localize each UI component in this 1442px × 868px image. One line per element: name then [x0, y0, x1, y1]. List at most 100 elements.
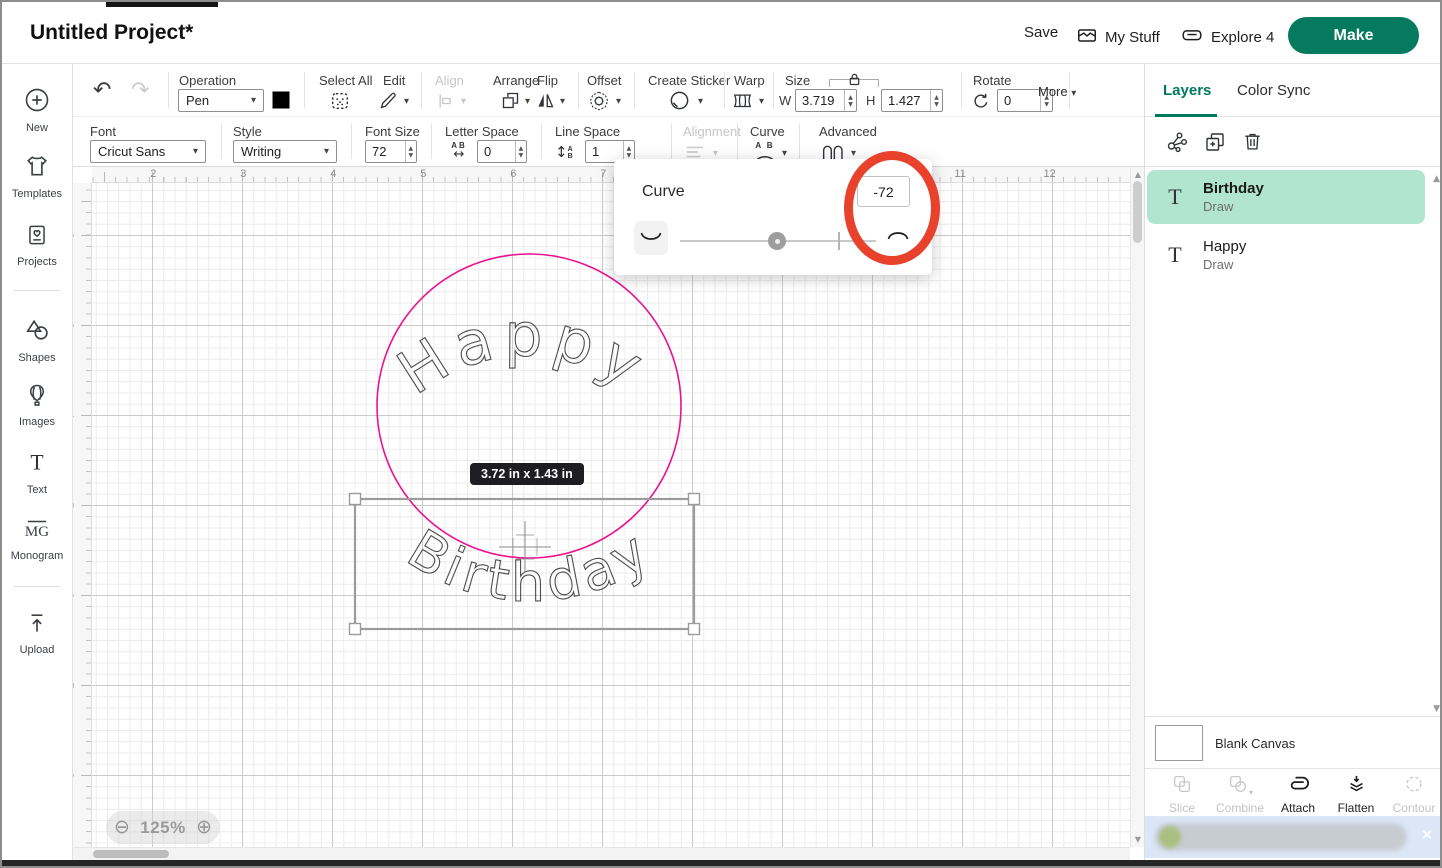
more-button[interactable]: More ▾ [1038, 84, 1076, 99]
vertical-scroll-thumb[interactable] [1133, 181, 1142, 243]
sidebar-item-text[interactable]: T Text [2, 450, 72, 496]
panel-scroll-up-icon[interactable]: ▲ [1433, 174, 1440, 184]
selection-handle-se[interactable] [689, 624, 700, 635]
canvas-vertical-scrollbar[interactable]: ▲ ▼ [1130, 167, 1144, 847]
height-stepper[interactable]: ▲▼ [930, 90, 942, 111]
curve-up-frown-icon[interactable] [886, 227, 910, 246]
duplicate-icon[interactable] [1203, 130, 1227, 159]
font-select[interactable]: Cricut Sans▾ [90, 140, 206, 163]
width-label: W [779, 93, 791, 108]
layer-linetype: Draw [1203, 199, 1264, 214]
window-bottom-edge [2, 860, 1440, 866]
selection-handle-nw[interactable] [350, 494, 361, 505]
toolbar-divider [421, 72, 422, 108]
warp-caret-icon[interactable]: ▾ [759, 96, 764, 107]
create-sticker-icon[interactable] [668, 89, 691, 117]
flip-icon[interactable] [535, 90, 556, 116]
create-sticker-caret-icon[interactable]: ▾ [698, 96, 703, 107]
letter-space-input[interactable]: ▲▼ [477, 140, 527, 163]
tab-color-sync[interactable]: Color Sync [1237, 82, 1310, 99]
edit-pencil-icon[interactable] [378, 90, 399, 116]
flatten-icon [1345, 782, 1368, 799]
text-layer-icon: T [1147, 184, 1203, 210]
attach-button[interactable]: Attach [1269, 773, 1327, 815]
sidebar-item-images[interactable]: Images [2, 382, 72, 428]
flatten-button[interactable]: Flatten [1327, 773, 1385, 815]
sidebar-item-upload[interactable]: Upload [2, 610, 72, 656]
curve-caret-icon[interactable]: ▾ [782, 148, 787, 159]
zoom-control: ⊖ 125% ⊕ [106, 811, 220, 844]
svg-text:MG: MG [25, 524, 49, 540]
pen-color-swatch[interactable] [270, 89, 292, 111]
curve-slider-handle[interactable] [768, 232, 786, 250]
size-lock-icon[interactable] [843, 72, 865, 92]
sidebar-item-shapes[interactable]: Shapes [2, 316, 72, 364]
align-caret-icon: ▾ [461, 96, 466, 107]
design-layer: Happy Birthday [92, 183, 1130, 847]
make-button[interactable]: Make [1288, 17, 1419, 54]
font-size-stepper[interactable]: ▲▼ [405, 141, 416, 162]
zoom-in-icon[interactable]: ⊕ [196, 818, 212, 837]
ruler-number: 4 [330, 168, 336, 180]
tab-layers[interactable]: Layers [1163, 82, 1211, 99]
width-input[interactable]: ▲▼ [795, 89, 857, 112]
select-all-icon[interactable] [329, 90, 351, 117]
arrange-icon[interactable] [500, 90, 521, 116]
warp-icon[interactable] [731, 91, 754, 116]
group-icon[interactable] [1165, 130, 1189, 159]
advanced-caret-icon[interactable]: ▾ [851, 148, 856, 159]
close-icon[interactable]: × [1422, 825, 1432, 845]
sidebar-item-templates[interactable]: Templates [2, 152, 72, 200]
operation-select[interactable]: Pen▾ [178, 89, 264, 112]
tshirt-icon [23, 167, 51, 184]
font-size-input[interactable]: ▲▼ [365, 140, 417, 163]
canvas-area[interactable]: 2 3 4 5 6 7 8 9 10 11 12 2 3 4 5 6 7 8 [73, 167, 1144, 860]
monogram-mg-icon: MG [22, 529, 52, 546]
undo-icon[interactable]: ↶ [93, 78, 111, 103]
rotate-icon[interactable] [971, 91, 991, 116]
curve-value-input[interactable] [857, 176, 910, 207]
flip-caret-icon[interactable]: ▾ [560, 96, 565, 107]
trash-icon[interactable] [1241, 130, 1264, 158]
height-input[interactable]: ▲▼ [881, 89, 943, 112]
sidebar-item-new[interactable]: New [2, 86, 72, 134]
width-stepper[interactable]: ▲▼ [844, 90, 856, 111]
sidebar-item-projects[interactable]: Projects [2, 222, 72, 268]
machine-select-button[interactable]: Explore 4 [1180, 24, 1274, 50]
selection-handle-sw[interactable] [350, 624, 361, 635]
save-button[interactable]: Save [1024, 24, 1058, 41]
redo-icon[interactable]: ↷ [131, 78, 149, 103]
scroll-up-icon[interactable]: ▲ [1133, 170, 1143, 179]
sidebar-item-monogram[interactable]: MG Monogram [2, 516, 72, 562]
arrange-caret-icon[interactable]: ▾ [525, 96, 530, 107]
selection-handle-ne[interactable] [689, 494, 700, 505]
style-select[interactable]: Writing▾ [233, 140, 337, 163]
ruler-number: 7 [600, 168, 606, 180]
align-label: Align [435, 73, 464, 88]
horizontal-scroll-thumb[interactable] [93, 850, 169, 858]
select-all-label: Select All [319, 73, 372, 88]
layers-panel: Layers Color Sync T Birthday Draw T Happ… [1144, 64, 1442, 860]
offset-icon[interactable] [588, 90, 610, 117]
edit-label: Edit [383, 73, 405, 88]
my-stuff-button[interactable]: My Stuff [1076, 24, 1160, 50]
blank-canvas-label: Blank Canvas [1215, 736, 1295, 751]
birthday-text-object[interactable]: Birthday [397, 517, 663, 614]
scroll-down-icon[interactable]: ▼ [1133, 835, 1143, 844]
curve-down-smile-icon[interactable] [634, 221, 668, 255]
attach-paperclip-icon [1287, 782, 1310, 799]
canvas-color-swatch[interactable] [1155, 725, 1203, 761]
curve-slider[interactable] [680, 240, 876, 242]
canvas-horizontal-scrollbar[interactable] [73, 847, 1130, 860]
happy-text-object[interactable]: Happy [386, 301, 661, 409]
offset-caret-icon[interactable]: ▾ [616, 96, 621, 107]
blurred-notification-avatar [1159, 826, 1181, 848]
letter-space-stepper[interactable]: ▲▼ [515, 141, 526, 162]
project-title[interactable]: Untitled Project* [30, 21, 193, 45]
layer-row-happy[interactable]: T Happy Draw [1147, 228, 1425, 282]
sidebar: New Templates Projects Shapes Images T T… [2, 64, 73, 860]
edit-caret-icon[interactable]: ▾ [404, 96, 409, 107]
layer-row-birthday[interactable]: T Birthday Draw [1147, 170, 1425, 224]
panel-scroll-down-icon[interactable]: ▼ [1433, 704, 1440, 714]
zoom-out-icon[interactable]: ⊖ [114, 818, 130, 837]
